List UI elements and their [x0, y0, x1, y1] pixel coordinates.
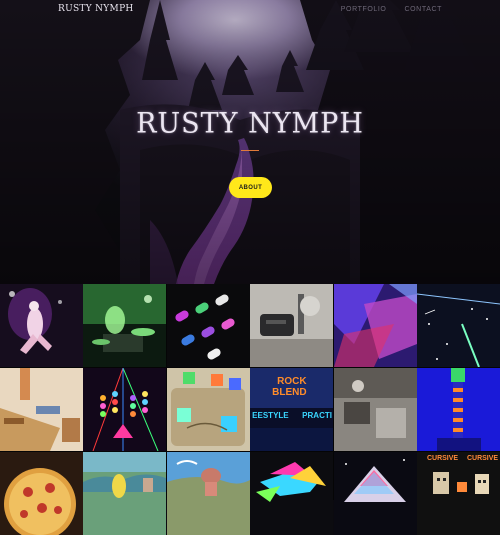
portfolio-tile-colored-pills-on-black[interactable]: [166, 284, 250, 367]
tile-thumbnail: [83, 452, 167, 535]
portfolio-tile-purple-refraction[interactable]: [333, 284, 417, 367]
top-nav: PORTFOLIO CONTACT: [341, 6, 442, 13]
portfolio-tile-colorful-splash[interactable]: [250, 452, 334, 535]
hero-title: RUSTY NYMPH: [136, 107, 364, 140]
tile-thumbnail: [416, 452, 500, 535]
tile-title-line-2: BLEND: [272, 387, 307, 398]
forest-waterfall-background: [0, 0, 500, 284]
tile-thumbnail: [333, 284, 417, 367]
tile-title-line-1: ROCK: [277, 376, 307, 387]
tile-thumbnail: [0, 368, 83, 451]
portfolio-tile-painted-landscape-figure[interactable]: [83, 452, 167, 535]
title-divider: [241, 150, 259, 151]
portfolio-grid: ROCK BLEND EESTYLE PRACTI CURSIVE CURSIV…: [0, 284, 500, 535]
portfolio-tile-painted-sky-figure[interactable]: [166, 452, 250, 535]
tile-thumbnail: [166, 284, 250, 367]
tile-menu-option-freestyle: EESTYLE: [252, 411, 289, 420]
tile-thumbnail: [83, 284, 167, 367]
tile-thumbnail: [166, 368, 250, 451]
hero-section: RUSTY NYMPH PORTFOLIO CONTACT RUSTY NYMP…: [0, 0, 500, 284]
tile-thumbnail: [416, 284, 500, 367]
tile-thumbnail: [166, 452, 250, 535]
portfolio-tile-colored-ball-chains[interactable]: [83, 368, 167, 451]
tile-thumbnail: [250, 284, 334, 367]
tile-thumbnail: [0, 284, 83, 367]
portfolio-tile-starry-night-streak[interactable]: [416, 284, 500, 367]
portfolio-tile-dancer-purple-lights[interactable]: [0, 284, 83, 367]
portfolio-tile-green-night-drummer[interactable]: [83, 284, 167, 367]
about-button[interactable]: ABOUT: [229, 177, 272, 198]
tile-thumbnail: [416, 368, 500, 451]
tile-menu-option-practice: PRACTI: [302, 411, 332, 420]
tile-thumbnail: [333, 452, 417, 535]
portfolio-tile-gray-desk-machine[interactable]: [250, 284, 334, 367]
tile-caption-left: CURSIVE: [426, 455, 459, 462]
tile-thumbnail: [250, 452, 334, 535]
tile-thumbnail: [83, 368, 167, 451]
portfolio-tile-blue-totem-figure[interactable]: [416, 368, 500, 451]
portfolio-tile-gray-video-still[interactable]: [333, 368, 417, 451]
tile-thumbnail: [333, 368, 417, 451]
tile-caption-right: CURSIVE: [466, 455, 499, 462]
portfolio-tile-rainbow-mountain-night[interactable]: [333, 452, 417, 535]
brand-logo[interactable]: RUSTY NYMPH: [58, 4, 134, 14]
tile-thumbnail: [0, 452, 83, 535]
portfolio-tile-wooden-cardboard-controller[interactable]: [0, 368, 83, 451]
nav-link-contact[interactable]: CONTACT: [404, 6, 442, 13]
portfolio-tile-pizza[interactable]: [0, 452, 83, 535]
portfolio-tile-rock-blend-game-menu[interactable]: ROCK BLEND EESTYLE PRACTI: [250, 368, 334, 451]
portfolio-tile-pixel-character-pair[interactable]: CURSIVE CURSIVE: [416, 452, 500, 535]
portfolio-tile-glowing-cubes-board[interactable]: [166, 368, 250, 451]
nav-link-portfolio[interactable]: PORTFOLIO: [341, 6, 387, 13]
